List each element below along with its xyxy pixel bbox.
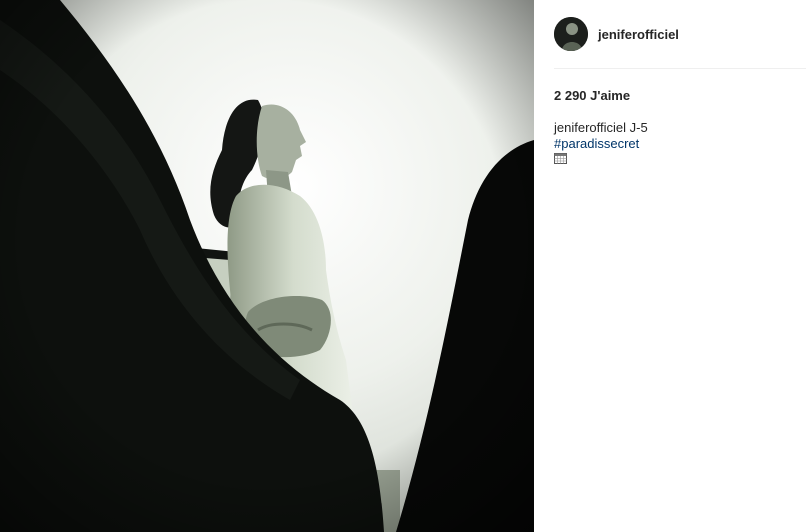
post-header: jeniferofficiel	[554, 0, 806, 69]
post-caption: jeniferofficiel J-5 #paradissecret	[554, 120, 806, 168]
caption-text: J-5	[629, 120, 648, 135]
username-link[interactable]: jeniferofficiel	[598, 27, 679, 42]
caption-author-link[interactable]: jeniferofficiel	[554, 120, 626, 135]
avatar-image	[554, 17, 588, 51]
likes-count[interactable]: 2 290 J'aime	[554, 88, 806, 103]
hashtag-link[interactable]: #paradissecret	[554, 136, 639, 152]
post-sidebar: jeniferofficiel 2 290 J'aime jeniferoffi…	[534, 0, 806, 532]
calendar-icon	[554, 153, 567, 164]
photo-image	[0, 0, 534, 532]
instagram-post: jeniferofficiel 2 290 J'aime jeniferoffi…	[0, 0, 806, 532]
caption-line: jeniferofficiel J-5	[554, 120, 806, 136]
avatar[interactable]	[554, 17, 588, 51]
post-photo[interactable]	[0, 0, 534, 532]
